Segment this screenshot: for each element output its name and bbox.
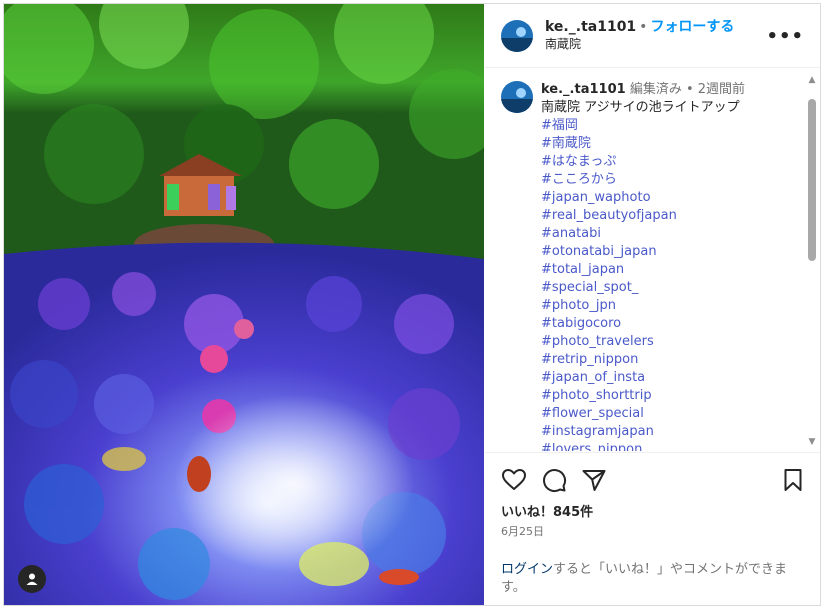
hashtag-link[interactable]: #photo_travelers [541,333,745,351]
more-options-icon[interactable]: ••• [766,26,804,47]
avatar[interactable] [501,19,533,52]
hashtag-link[interactable]: #tabigocoro [541,315,745,333]
hashtag-link[interactable]: #anatabi [541,225,745,243]
post-header: ke._.ta1101 • フォローする 南蔵院 ••• [485,4,820,68]
post-side-panel: ke._.ta1101•フォローする 南蔵院 ••• ke._.ta1101 [485,4,820,605]
hashtag-link[interactable]: #flower_special [541,405,745,423]
edited-label: 編集済み [629,82,682,97]
header-separator: • [639,19,648,36]
location-link[interactable]: 南蔵院 [545,37,734,52]
login-prompt: ログインすると「いいね！」やコメントができます。 [501,561,806,597]
hashtag-link[interactable]: #photo_shorttrip [541,387,745,405]
hashtag-link[interactable]: #福岡 [541,117,745,135]
follow-button[interactable]: フォローする [650,19,734,35]
caption: ke._.ta1101 編集済み • 2週間前 南蔵院 アジサイの池ライトアップ… [501,81,791,451]
header-username[interactable]: ke._.ta1101 [545,19,636,35]
hashtag-link[interactable]: #real_beautyofjapan [541,207,745,225]
like-count[interactable]: いいね！845件 [501,501,593,520]
hashtag-link[interactable]: #japan_waphoto [541,189,745,207]
post-actions: いいね！845件 6月25日 ログインすると「いいね！」やコメントができます。 [485,452,820,605]
user-tag-icon[interactable] [18,565,46,593]
scroll-thumb[interactable] [808,99,816,261]
caption-scroll-area[interactable]: ke._.ta1101 編集済み • 2週間前 南蔵院 アジサイの池ライトアップ… [485,69,820,451]
caption-scrollbar[interactable]: ▲ ▼ [806,75,818,447]
heart-icon[interactable] [501,467,527,493]
login-link[interactable]: ログイン [501,562,553,577]
bookmark-icon[interactable] [780,467,806,493]
hashtag-link[interactable]: #こころから [541,171,745,189]
caption-avatar[interactable] [501,81,533,113]
hashtag-link[interactable]: #はなまっぷ [541,153,745,171]
caption-text: 南蔵院 アジサイの池ライトアップ [541,100,740,115]
post-dialog: ke._.ta1101•フォローする 南蔵院 ••• ke._.ta1101 [3,3,821,606]
hashtag-link[interactable]: #photo_jpn [541,297,745,315]
caption-username[interactable]: ke._.ta1101 [541,82,626,97]
hashtag-link[interactable]: #total_japan [541,261,745,279]
scroll-down-arrow-icon[interactable]: ▼ [806,437,818,447]
hashtag-link[interactable]: #lovers_nippon [541,441,745,451]
hashtag-link[interactable]: #instagramjapan [541,423,745,441]
caption-separator: • [685,82,694,97]
hashtag-link[interactable]: #otonatabi_japan [541,243,745,261]
hashtag-link[interactable]: #japan_of_insta [541,369,745,387]
post-date: 6月25日 [501,525,544,538]
comment-icon[interactable] [541,467,567,493]
share-icon[interactable] [581,467,607,493]
hashtag-link[interactable]: #retrip_nippon [541,351,745,369]
scroll-up-arrow-icon[interactable]: ▲ [806,75,818,85]
post-age: 2週間前 [697,82,746,97]
post-photo[interactable] [4,4,484,605]
hashtag-link[interactable]: #南蔵院 [541,135,745,153]
hashtag-link[interactable]: #special_spot_ [541,279,745,297]
hashtag-list: #福岡 #南蔵院 #はなまっぷ #こころから #japan_waphoto #real_b… [541,117,745,451]
photo-illustration [4,4,484,605]
